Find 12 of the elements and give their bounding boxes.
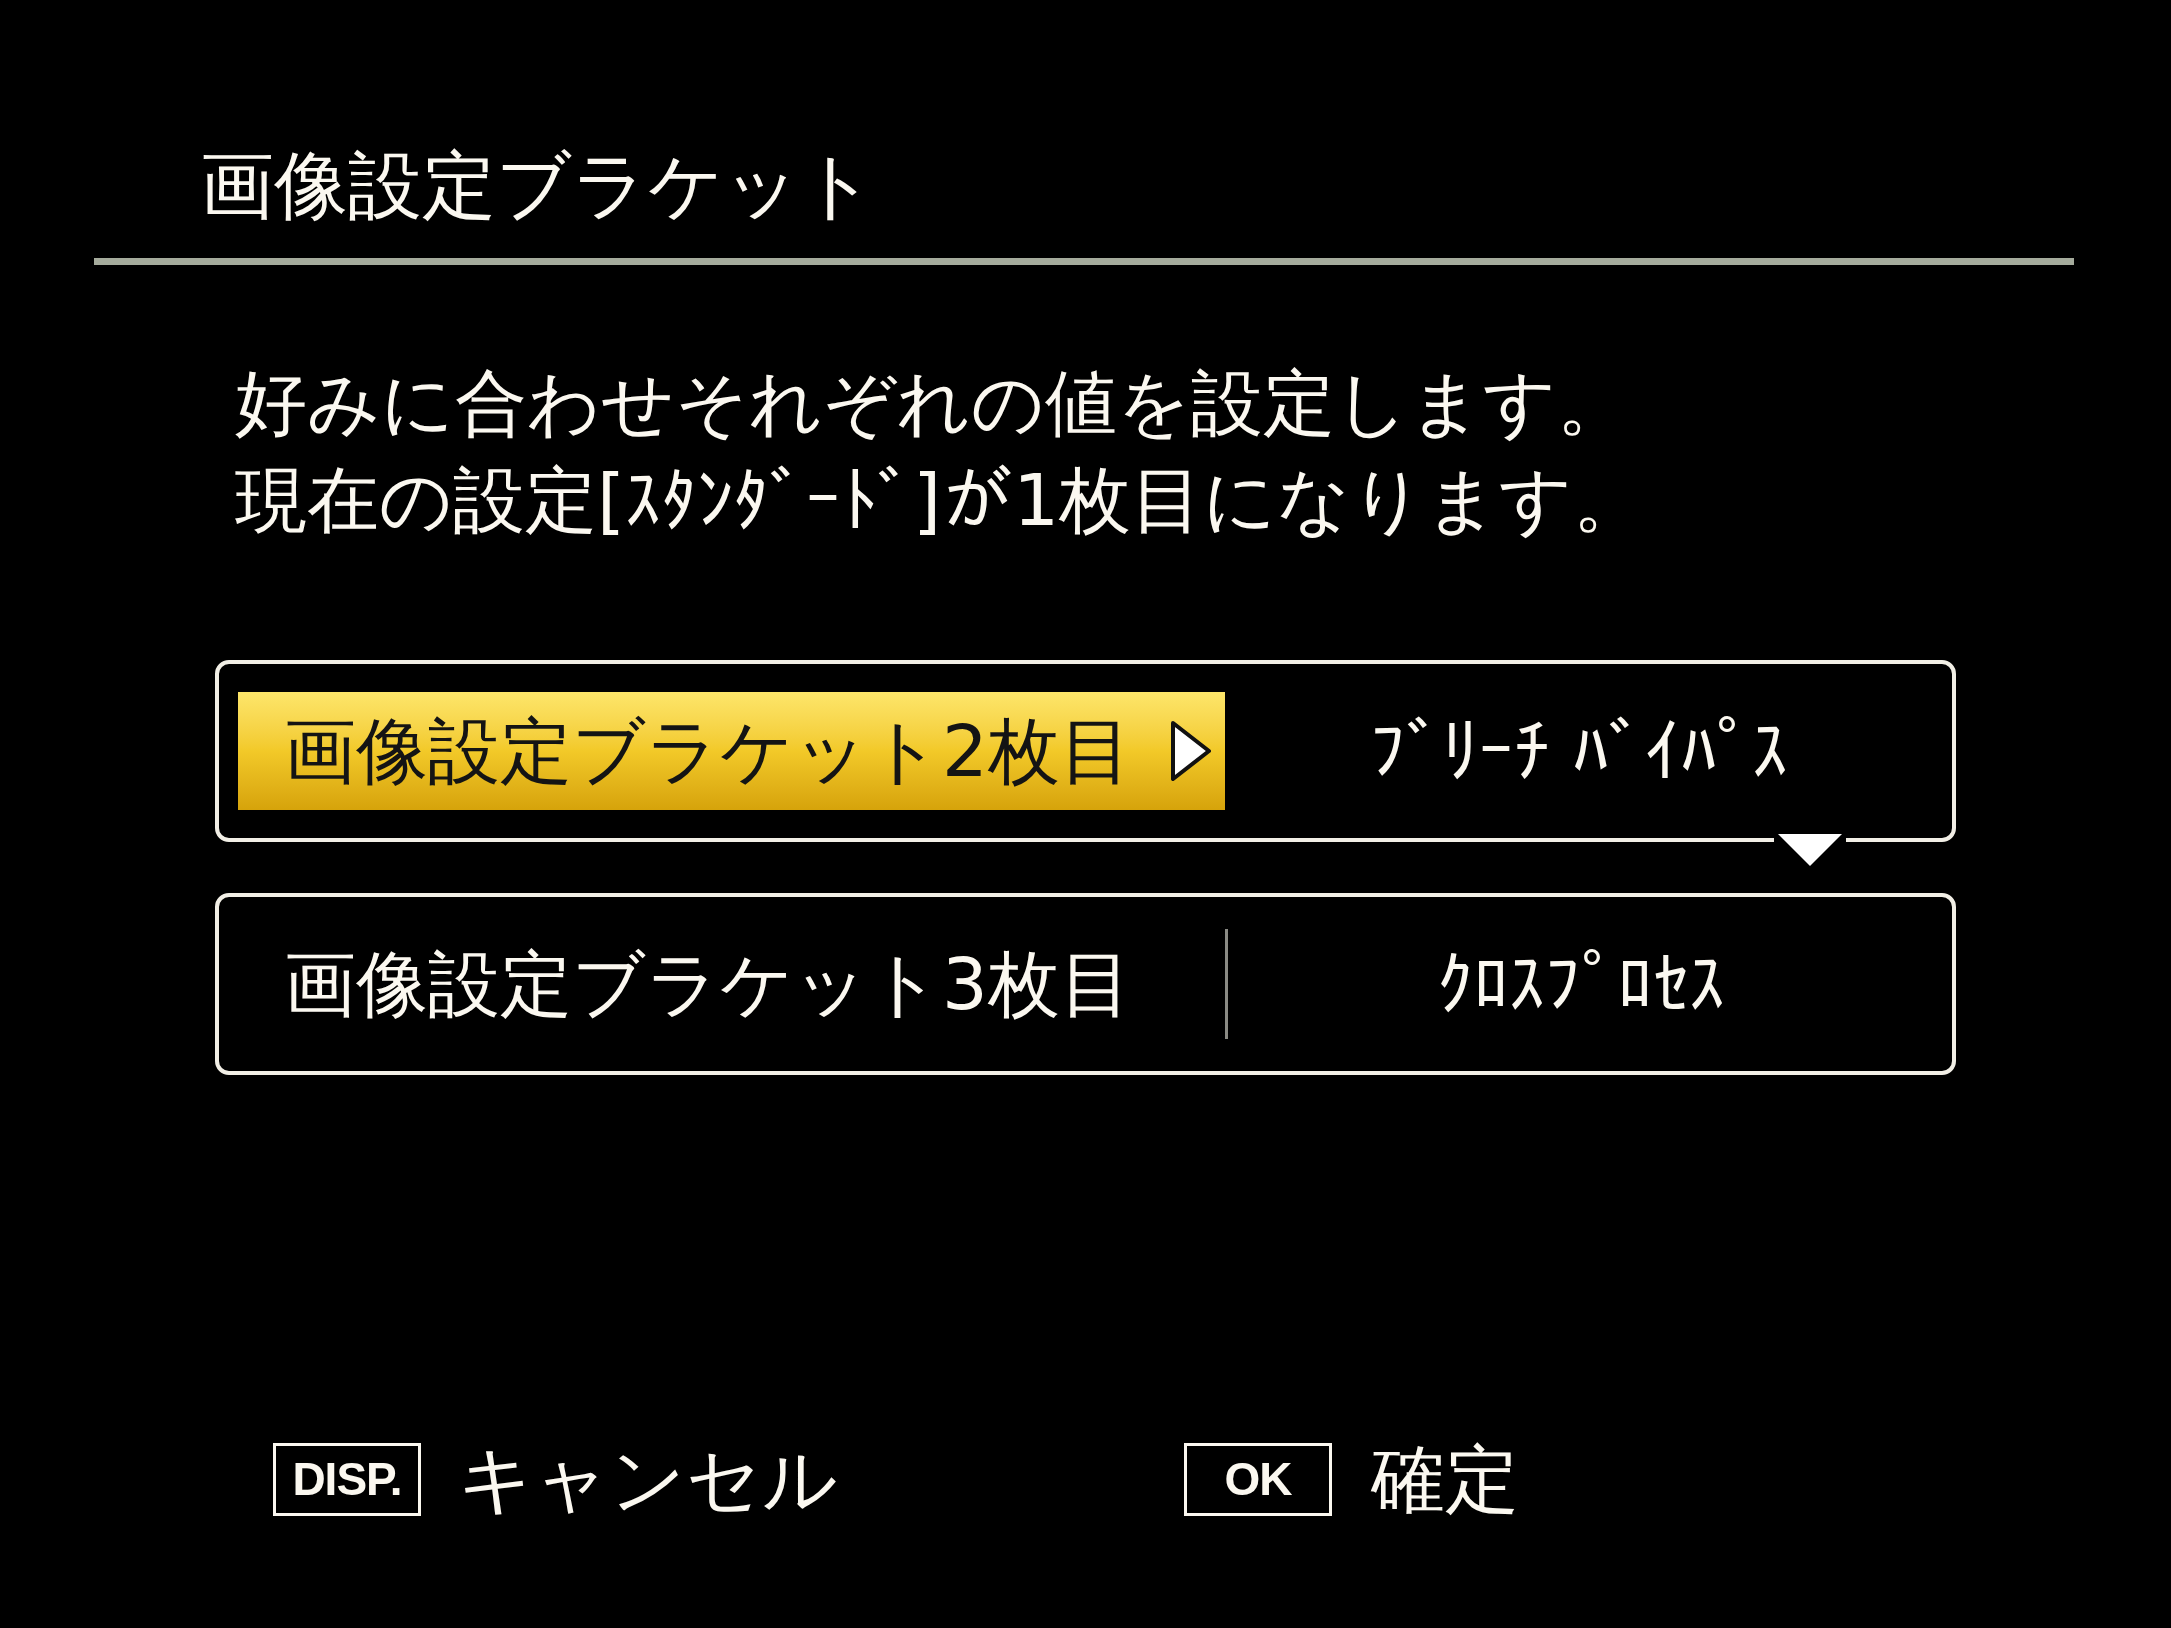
action-label: キャンセル xyxy=(458,1442,838,1516)
screen-title: 画像設定ブラケット xyxy=(200,142,876,228)
description-text: 現在の設定[ｽﾀﾝﾀﾞｰﾄﾞ]が1枚目になります。 xyxy=(235,457,1645,544)
setting-value: ｸﾛｽﾌﾟﾛｾｽ xyxy=(1436,948,1725,1020)
menu-item[interactable]: 画像設定ブラケット3枚目 xyxy=(238,925,1225,1043)
key-label: OK xyxy=(1184,1442,1332,1516)
action-label: 確定 xyxy=(1371,1442,1519,1516)
description-text: 好みに合わせそれぞれの値を設定します。 xyxy=(235,360,1629,447)
right-triangle-icon xyxy=(1170,720,1212,782)
menu-item[interactable]: 画像設定ブラケット2枚目 xyxy=(238,692,1225,810)
setting-value: ﾌﾞﾘｰﾁ ﾊﾞｲﾊﾟｽ xyxy=(1369,715,1789,787)
key-label: DISP. xyxy=(273,1442,421,1516)
